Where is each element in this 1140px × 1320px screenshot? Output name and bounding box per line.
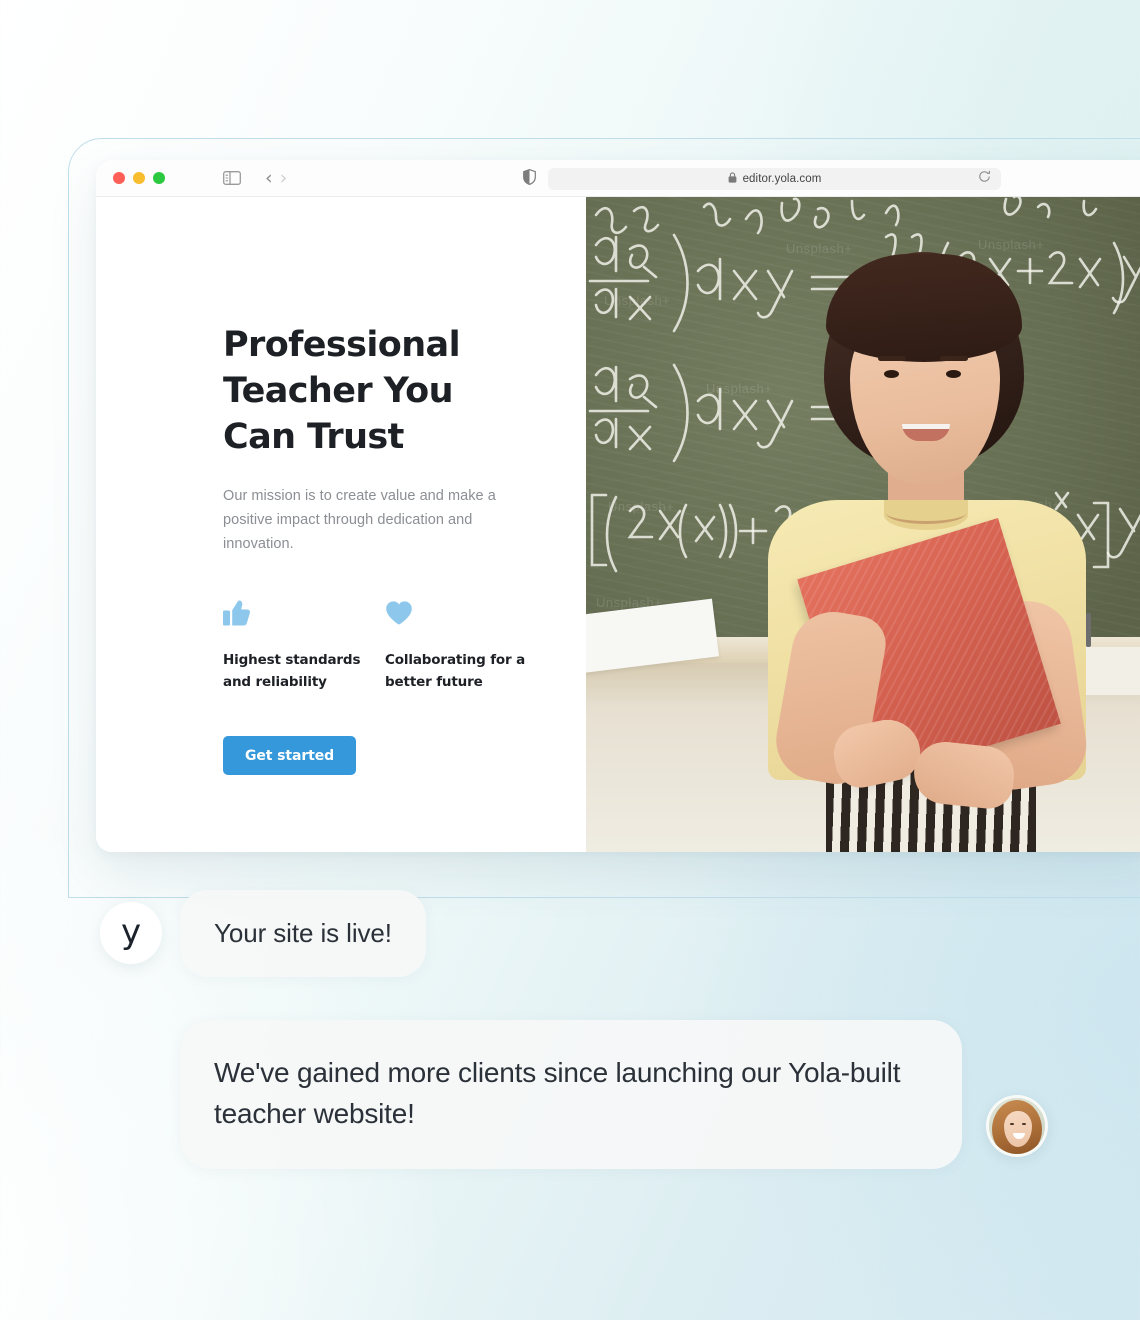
chat-message-row: y Your site is live! — [100, 890, 426, 977]
chat-bubble: We've gained more clients since launchin… — [180, 1020, 962, 1169]
yola-logo-avatar: y — [100, 902, 162, 965]
hero-title-line-1: Professional — [223, 325, 461, 365]
hero-photo: Unsplash+ Unsplash+ Unsplash+ Unsplash+ … — [586, 197, 1140, 852]
lock-icon — [728, 170, 737, 188]
teacher-figure — [706, 252, 1136, 852]
photo-watermark: Unsplash+ — [978, 237, 1045, 252]
feature-item: Highest standards and reliability — [223, 600, 385, 694]
window-traffic-lights[interactable] — [96, 172, 165, 184]
browser-toolbar: ‹ › editor.yola.com — [96, 160, 1140, 197]
website-preview: Professional Teacher You Can Trust Our m… — [96, 197, 1140, 852]
hero-title-line-3: Can Trust — [223, 417, 404, 458]
photo-watermark: Unsplash+ — [604, 293, 671, 308]
feature-item: Collaborating for a better future — [385, 600, 547, 694]
photo-watermark: Unsplash+ — [608, 499, 675, 514]
nav-arrows[interactable]: ‹ › — [265, 166, 288, 189]
address-bar-url: editor.yola.com — [742, 173, 822, 185]
necklace — [886, 502, 966, 524]
shield-icon[interactable] — [523, 169, 536, 185]
heart-icon — [385, 600, 547, 630]
forward-chevron-icon: › — [279, 166, 288, 189]
feature-label: Collaborating for a better future — [385, 651, 526, 690]
thumbs-up-icon — [223, 600, 385, 630]
hero-features: Highest standards and reliability Collab… — [223, 600, 553, 694]
minimize-window-button[interactable] — [133, 172, 145, 184]
yola-logo-glyph: y — [120, 911, 142, 952]
hero-title-line-2: Teacher You — [223, 371, 454, 412]
feature-label: Highest standards and reliability — [223, 651, 361, 690]
hero-subtitle: Our mission is to create value and make … — [223, 487, 496, 552]
reload-icon[interactable] — [978, 170, 991, 188]
sidebar-toggle-icon[interactable] — [223, 171, 241, 185]
page-title: Professional Teacher You Can Trust — [223, 322, 553, 461]
chat-message-row: We've gained more clients since launchin… — [180, 1020, 1048, 1169]
back-chevron-icon[interactable]: ‹ — [265, 168, 273, 188]
chat-message-text: Your site is live! — [214, 918, 392, 948]
customer-photo-avatar — [986, 1094, 1048, 1157]
close-window-button[interactable] — [113, 172, 125, 184]
browser-window: ‹ › editor.yola.com Professional Teacher… — [96, 160, 1140, 852]
chat-message-text: We've gained more clients since launchin… — [214, 1057, 901, 1130]
hero-left-column: Professional Teacher You Can Trust Our m… — [96, 197, 586, 852]
maximize-window-button[interactable] — [153, 172, 165, 184]
chat-bubble: Your site is live! — [180, 890, 426, 977]
get-started-button[interactable]: Get started — [223, 736, 357, 776]
address-bar[interactable]: editor.yola.com — [548, 168, 1001, 190]
